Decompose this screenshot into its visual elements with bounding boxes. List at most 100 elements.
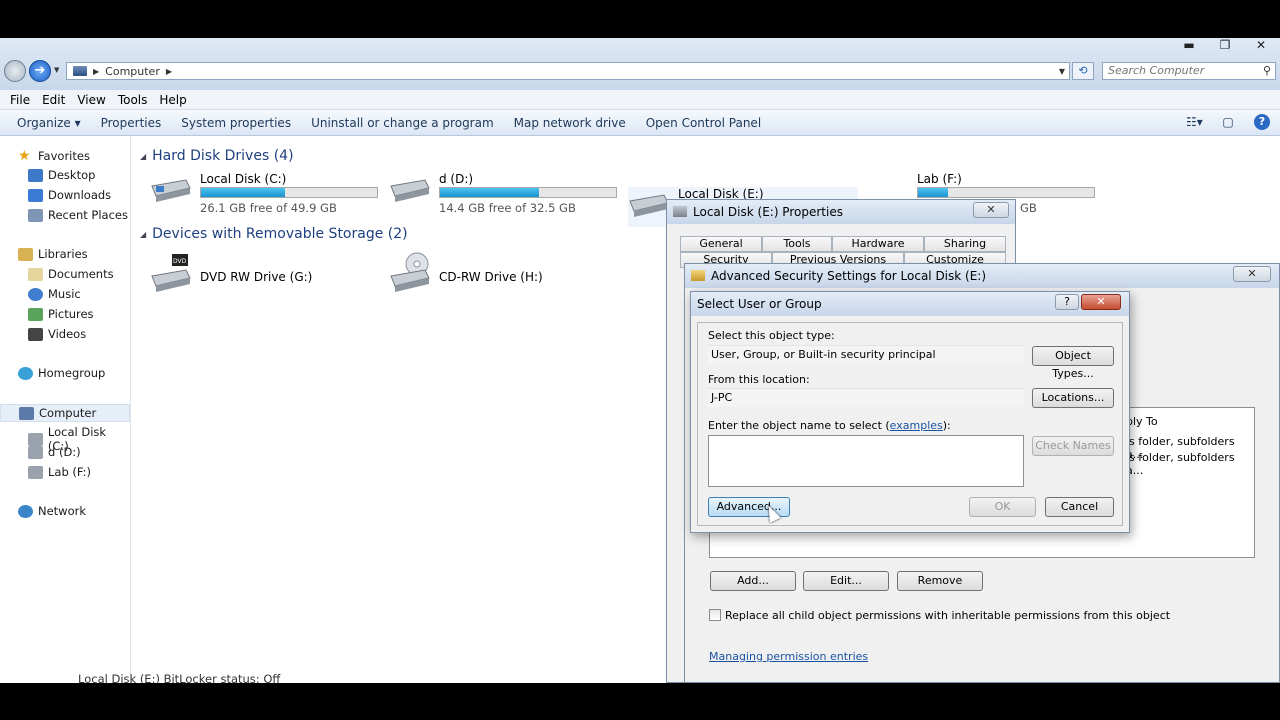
- group-header-removable[interactable]: ◢ Devices with Removable Storage (2): [140, 226, 408, 242]
- managing-permission-link[interactable]: Managing permission entries: [709, 650, 868, 663]
- ok-button[interactable]: OK: [969, 497, 1036, 517]
- object-type-value: User, Group, or Built-in security princi…: [711, 348, 936, 361]
- nav-homegroup[interactable]: Homegroup: [18, 366, 105, 380]
- drive-name: Local Disk (C:): [200, 172, 287, 186]
- properties-button[interactable]: Properties: [94, 116, 169, 130]
- dvd-badge: DVD: [173, 258, 187, 265]
- breadcrumb-arrow-icon[interactable]: ▶: [166, 67, 172, 76]
- properties-close-button[interactable]: ✕: [973, 202, 1009, 218]
- nav-documents[interactable]: Documents: [28, 267, 114, 281]
- nav-network[interactable]: Network: [18, 504, 86, 518]
- nav-label: Recent Places: [48, 208, 128, 222]
- object-types-button[interactable]: Object Types...: [1032, 346, 1114, 380]
- properties-dialog-title: Local Disk (E:) Properties: [667, 200, 1015, 224]
- drive-icon: [673, 206, 687, 217]
- advanced-dialog-title: Advanced Security Settings for Local Dis…: [685, 264, 1279, 288]
- preview-pane-icon[interactable]: ▢: [1220, 114, 1236, 130]
- add-button[interactable]: Add...: [710, 571, 796, 591]
- documents-icon: [28, 267, 43, 281]
- back-button[interactable]: [4, 60, 26, 82]
- drive-usage-fill: [201, 188, 286, 197]
- address-input[interactable]: ▶ Computer ▶ ▼: [66, 62, 1070, 80]
- select-close-button[interactable]: ✕: [1081, 294, 1121, 310]
- menu-file[interactable]: File: [4, 93, 36, 107]
- remove-button[interactable]: Remove: [897, 571, 983, 591]
- help-icon[interactable]: ?: [1254, 114, 1270, 130]
- nav-label: Favorites: [38, 149, 90, 163]
- nav-downloads[interactable]: Downloads: [28, 188, 111, 202]
- nav-pictures[interactable]: Pictures: [28, 307, 94, 321]
- videos-icon: [28, 327, 43, 341]
- recent-pages-dropdown-icon[interactable]: ▼: [54, 66, 59, 74]
- locations-button[interactable]: Locations...: [1032, 388, 1114, 408]
- dialog-title-text: Advanced Security Settings for Local Dis…: [711, 269, 987, 283]
- change-view-icon[interactable]: ☷▾: [1186, 114, 1203, 130]
- nav-libraries[interactable]: Libraries: [18, 247, 88, 261]
- nav-computer[interactable]: Computer: [0, 404, 130, 422]
- nav-d-drive[interactable]: d (D:): [28, 445, 81, 459]
- favorites-star-icon: ★: [18, 148, 31, 164]
- group-title: Hard Disk Drives (4): [152, 148, 294, 164]
- search-icon[interactable]: ⚲: [1263, 63, 1271, 79]
- breadcrumb-arrow-icon[interactable]: ▶: [93, 67, 99, 76]
- collapse-triangle-icon[interactable]: ◢: [140, 230, 146, 239]
- check-names-button[interactable]: Check Names: [1032, 436, 1114, 456]
- maximize-button[interactable]: ❐: [1214, 38, 1236, 52]
- explorer-window: ▬ ❐ ✕ ➔ ▼ ▶ Computer ▶ ▼ ⟲ Search Comput…: [0, 38, 1280, 683]
- menu-view[interactable]: View: [71, 93, 111, 107]
- nav-lab-drive[interactable]: Lab (F:): [28, 465, 91, 479]
- dvd-drive-icon: DVD: [151, 254, 191, 292]
- refresh-button[interactable]: ⟲: [1072, 62, 1094, 80]
- examples-link[interactable]: examples: [890, 419, 943, 432]
- replace-permissions-checkbox[interactable]: [709, 609, 721, 621]
- nav-desktop[interactable]: Desktop: [28, 168, 95, 182]
- cancel-button[interactable]: Cancel: [1045, 497, 1114, 517]
- nav-music[interactable]: Music: [28, 287, 81, 301]
- tab-tools[interactable]: Tools: [762, 236, 832, 252]
- tab-general[interactable]: General: [680, 236, 762, 252]
- downloads-icon: [28, 188, 43, 202]
- status-bar-text: Local Disk (E:) BitLocker status: Off: [78, 672, 281, 683]
- forward-button[interactable]: ➔: [29, 60, 51, 82]
- tab-sharing[interactable]: Sharing: [924, 236, 1006, 252]
- tab-hardware[interactable]: Hardware: [832, 236, 924, 252]
- nav-label: Network: [38, 504, 87, 518]
- object-name-input[interactable]: [708, 435, 1024, 487]
- desktop-icon: [28, 168, 43, 182]
- pictures-icon: [28, 307, 43, 321]
- minimize-button[interactable]: ▬: [1178, 38, 1200, 52]
- collapse-triangle-icon[interactable]: ◢: [140, 152, 146, 161]
- drive-usage-bar: [917, 187, 1095, 198]
- column-apply-to[interactable]: ply To: [1126, 415, 1158, 428]
- dialog-title-text: Local Disk (E:) Properties: [693, 205, 843, 219]
- group-header-hard-disks[interactable]: ◢ Hard Disk Drives (4): [140, 148, 294, 164]
- advanced-close-button[interactable]: ✕: [1233, 266, 1271, 282]
- menu-edit[interactable]: Edit: [36, 93, 71, 107]
- help-button[interactable]: ?: [1055, 294, 1079, 310]
- edit-button[interactable]: Edit...: [803, 571, 889, 591]
- menu-tools[interactable]: Tools: [112, 93, 154, 107]
- label-part: Enter the object name to select (: [708, 419, 890, 432]
- dialog-title-text: Select User or Group: [697, 297, 822, 311]
- system-properties-button[interactable]: System properties: [174, 116, 298, 130]
- close-button[interactable]: ✕: [1250, 38, 1272, 52]
- permission-row-apply-to[interactable]: is folder, subfolders a...: [1126, 451, 1254, 477]
- nav-recent-places[interactable]: Recent Places: [28, 208, 128, 222]
- uninstall-program-button[interactable]: Uninstall or change a program: [304, 116, 501, 130]
- open-control-panel-button[interactable]: Open Control Panel: [639, 116, 768, 130]
- address-dropdown-icon[interactable]: ▼: [1059, 67, 1065, 76]
- drive-name: Lab (F:): [917, 172, 962, 186]
- location-field: J-PC: [708, 388, 1024, 407]
- object-type-label: Select this object type:: [708, 329, 835, 342]
- drive-icon: [28, 465, 43, 479]
- organize-button[interactable]: Organize ▾: [10, 116, 88, 130]
- cd-drive-icon: [390, 252, 430, 292]
- computer-icon: [19, 406, 34, 420]
- nav-label: Pictures: [48, 307, 94, 321]
- breadcrumb-computer[interactable]: Computer: [105, 65, 160, 78]
- nav-favorites[interactable]: ★ Favorites: [18, 148, 90, 164]
- map-network-drive-button[interactable]: Map network drive: [507, 116, 633, 130]
- nav-videos[interactable]: Videos: [28, 327, 86, 341]
- search-input[interactable]: Search Computer ⚲: [1102, 62, 1276, 80]
- menu-help[interactable]: Help: [153, 93, 192, 107]
